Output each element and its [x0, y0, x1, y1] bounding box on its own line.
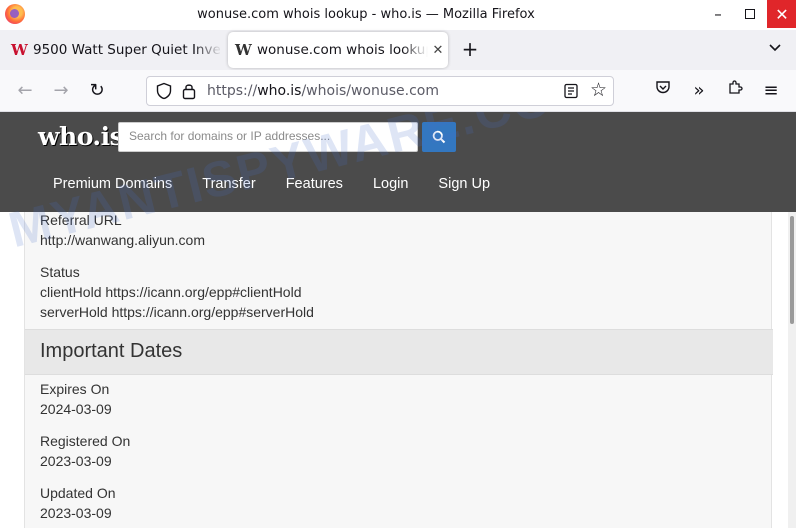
domain-search-input[interactable]: Search for domains or IP addresses...	[118, 122, 418, 152]
list-all-tabs-button[interactable]	[764, 38, 786, 62]
status-label: Status	[40, 264, 80, 280]
nav-sign-up[interactable]: Sign Up	[438, 176, 490, 192]
updated-on-value: 2023-03-09	[40, 505, 112, 521]
whois-content: Referral URL http://wanwang.aliyun.com S…	[24, 212, 773, 528]
maximize-icon	[745, 9, 755, 19]
extensions-button[interactable]	[722, 78, 748, 104]
forward-button[interactable]: →	[48, 78, 74, 104]
nav-features[interactable]: Features	[286, 176, 343, 192]
maximize-button[interactable]	[735, 0, 765, 28]
site-nav: Premium Domains Transfer Features Login …	[38, 176, 505, 192]
more-tools-button[interactable]: »	[686, 78, 712, 104]
tab-strip: W 9500 Watt Super Quiet Inverter Generat…	[0, 30, 796, 70]
site-logo[interactable]: who.is	[38, 122, 124, 151]
important-dates-header: Important Dates	[25, 329, 773, 375]
referral-url-value: http://wanwang.aliyun.com	[40, 232, 205, 248]
url-text[interactable]: https://who.is/whois/wonuse.com	[207, 83, 439, 99]
tab-close-icon[interactable]: ✕	[428, 43, 448, 58]
nav-login[interactable]: Login	[373, 176, 408, 192]
extensions-icon	[729, 80, 743, 94]
reader-view-icon[interactable]	[563, 83, 579, 99]
tab-label: 9500 Watt Super Quiet Inverter Generator	[33, 42, 222, 58]
back-button[interactable]: ←	[12, 78, 38, 104]
nav-premium-domains[interactable]: Premium Domains	[53, 176, 172, 192]
app-menu-button[interactable]: ≡	[758, 78, 784, 104]
site-header: who.is Search for domains or IP addresse…	[0, 112, 796, 212]
scrollbar-thumb[interactable]	[790, 216, 794, 324]
nav-transfer[interactable]: Transfer	[202, 176, 255, 192]
search-button[interactable]	[422, 122, 456, 152]
url-host: who.is	[257, 83, 302, 99]
star-icon[interactable]: ☆	[590, 80, 610, 100]
new-tab-button[interactable]: +	[458, 38, 482, 62]
page-viewport: who.is Search for domains or IP addresse…	[0, 112, 796, 528]
lock-icon[interactable]	[181, 82, 197, 100]
navigation-toolbar: ← → ↻ https://who.is/whois/wonuse.com ☆	[0, 70, 796, 112]
expires-on-label: Expires On	[40, 381, 110, 397]
status-value: serverHold https://icann.org/epp#serverH…	[40, 304, 314, 320]
url-scheme: https://	[207, 83, 258, 99]
updated-on-label: Updated On	[40, 485, 116, 501]
chevron-down-icon	[769, 44, 781, 52]
minimize-button[interactable]: –	[703, 0, 733, 28]
expires-on-value: 2024-03-09	[40, 401, 112, 417]
referral-url-label: Referral URL	[40, 212, 122, 228]
tab-whois[interactable]: W wonuse.com whois lookup - who.is ✕	[228, 32, 448, 68]
shield-icon[interactable]	[155, 82, 173, 100]
whois-favicon-icon: W	[235, 41, 252, 59]
tab-generator[interactable]: W 9500 Watt Super Quiet Inverter Generat…	[4, 32, 222, 68]
url-path: /whois/wonuse.com	[301, 83, 439, 99]
section-title: Important Dates	[40, 340, 183, 362]
search-icon	[432, 130, 446, 144]
registered-on-value: 2023-03-09	[40, 453, 112, 469]
title-bar: wonuse.com whois lookup - who.is — Mozil…	[0, 0, 796, 30]
firefox-window: wonuse.com whois lookup - who.is — Mozil…	[0, 0, 796, 528]
status-value: clientHold https://icann.org/epp#clientH…	[40, 284, 302, 300]
tab-label: wonuse.com whois lookup - who.is	[257, 42, 428, 58]
url-bar[interactable]: https://who.is/whois/wonuse.com ☆	[146, 76, 614, 106]
pocket-icon	[656, 81, 670, 94]
window-title: wonuse.com whois lookup - who.is — Mozil…	[197, 7, 535, 22]
close-window-button[interactable]: ✕	[767, 0, 796, 28]
page-scrollbar[interactable]	[788, 212, 796, 528]
pocket-button[interactable]	[650, 78, 676, 104]
walmart-favicon-icon: W	[11, 41, 28, 59]
reload-button[interactable]: ↻	[84, 78, 110, 104]
registered-on-label: Registered On	[40, 433, 131, 449]
